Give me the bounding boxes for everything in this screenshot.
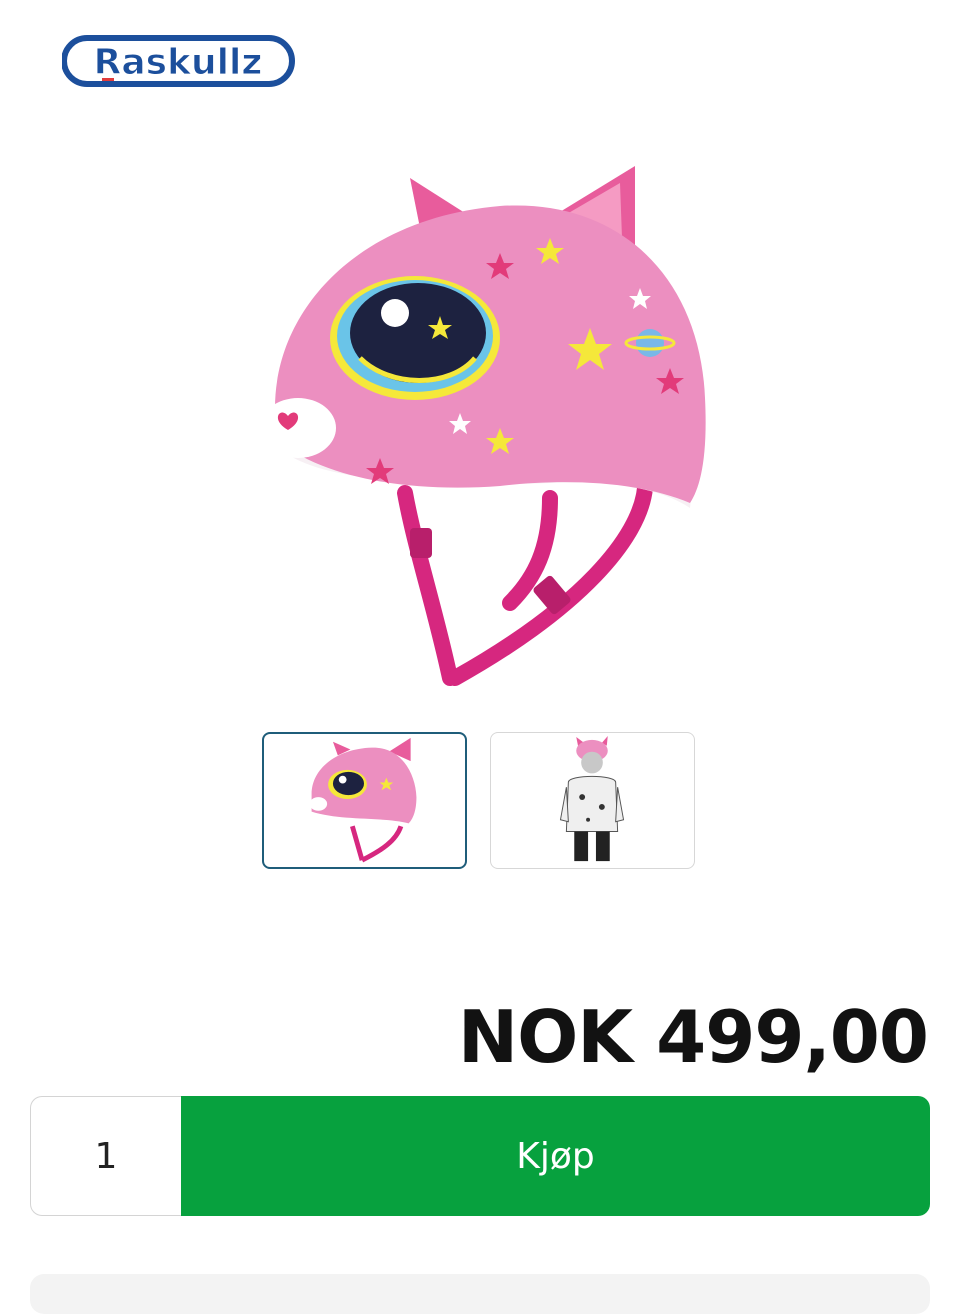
product-price: NOK 499,00 <box>457 995 929 1079</box>
product-main-image[interactable] <box>250 158 710 693</box>
raskullz-logo[interactable]: Raskullz <box>61 34 296 90</box>
child-wearing-helmet-thumbnail <box>559 735 625 862</box>
info-panel <box>30 1274 930 1314</box>
thumbnail-child-wearing-helmet[interactable] <box>490 732 695 869</box>
logo-graphic: Raskullz <box>61 35 295 87</box>
buy-button[interactable]: Kjøp <box>181 1096 930 1216</box>
thumbnail-helmet[interactable] <box>262 732 467 869</box>
logo-text: Raskullz <box>94 42 263 83</box>
purchase-row: 1 Kjøp <box>30 1096 930 1216</box>
helmet-thumbnail <box>309 737 417 863</box>
pink-cat-helmet-image <box>260 166 706 686</box>
quantity-input[interactable]: 1 <box>30 1096 181 1216</box>
